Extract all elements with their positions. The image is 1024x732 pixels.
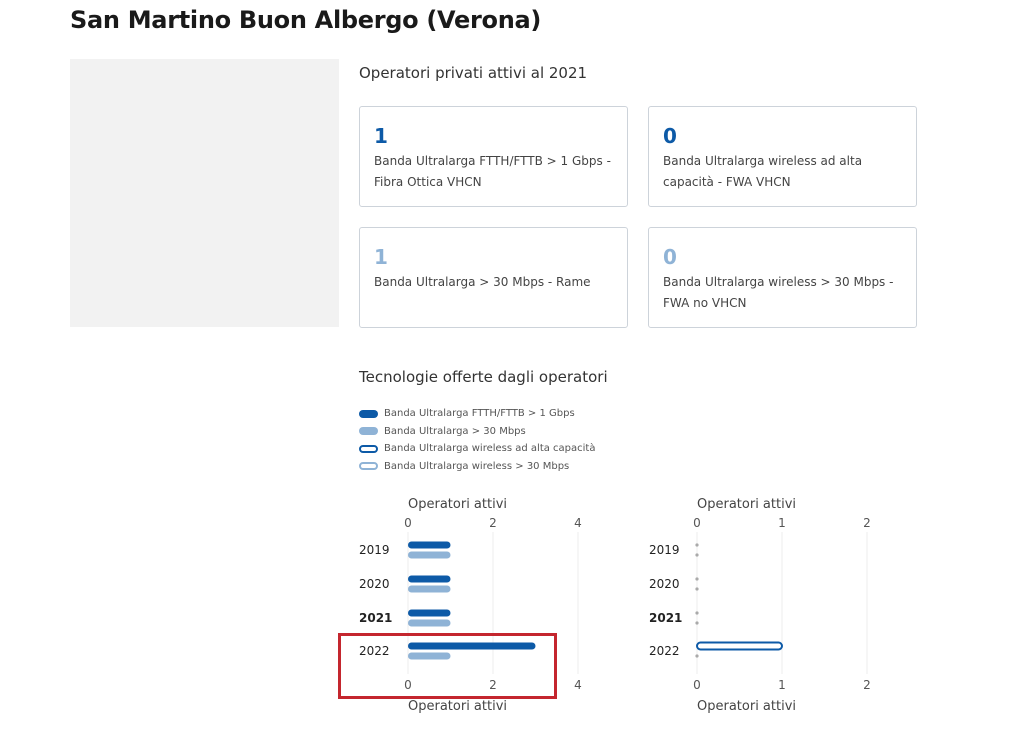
map-placeholder xyxy=(70,59,339,327)
tech-section-title: Tecnologie offerte dagli operatori xyxy=(359,368,608,386)
zero-marker xyxy=(695,553,699,557)
bar xyxy=(408,619,451,627)
legend-item: Banda Ultralarga FTTH/FTTB > 1 Gbps xyxy=(359,405,595,423)
chart-legend: Banda Ultralarga FTTH/FTTB > 1 Gbps Band… xyxy=(359,405,595,475)
zero-marker xyxy=(695,577,699,581)
category-label: 2021 xyxy=(359,611,392,625)
stat-label: Banda Ultralarga wireless > 30 Mbps - FW… xyxy=(663,275,894,310)
stat-value: 1 xyxy=(374,124,388,148)
tick-label-top: 0 xyxy=(404,516,412,530)
legend-item: Banda Ultralarga wireless > 30 Mbps xyxy=(359,458,595,476)
axis-title-top: Operatori attivi xyxy=(408,497,507,512)
tick-label-top: 4 xyxy=(574,516,582,530)
tick-label-top: 2 xyxy=(863,516,871,530)
bar xyxy=(408,551,451,559)
legend-swatch xyxy=(359,427,378,436)
tick-label-bottom: 0 xyxy=(693,678,701,692)
tick-label-top: 1 xyxy=(778,516,786,530)
category-label: 2019 xyxy=(649,543,680,557)
axis-title-bottom: Operatori attivi xyxy=(697,699,796,714)
axis-title-bottom: Operatori attivi xyxy=(408,699,507,714)
stat-value: 0 xyxy=(663,245,677,269)
stat-label: Banda Ultralarga FTTH/FTTB > 1 Gbps - Fi… xyxy=(374,154,611,189)
legend-swatch xyxy=(359,462,378,471)
stat-card-fwa-no-vhcn: 0 Banda Ultralarga wireless > 30 Mbps - … xyxy=(648,227,917,328)
category-label: 2021 xyxy=(649,611,682,625)
legend-swatch xyxy=(359,444,378,453)
tick-label-top: 0 xyxy=(693,516,701,530)
stat-card-ftth: 1 Banda Ultralarga FTTH/FTTB > 1 Gbps - … xyxy=(359,106,628,207)
axis-title-top: Operatori attivi xyxy=(697,497,796,512)
category-label: 2020 xyxy=(649,577,680,591)
bar xyxy=(408,585,451,593)
bar xyxy=(408,609,451,617)
zero-marker xyxy=(695,587,699,591)
stat-value: 0 xyxy=(663,124,677,148)
bar xyxy=(696,641,783,651)
zero-marker xyxy=(695,654,699,658)
stat-label: Banda Ultralarga wireless ad alta capaci… xyxy=(663,154,863,189)
bar xyxy=(408,575,451,583)
zero-marker xyxy=(695,621,699,625)
tick-label-bottom: 4 xyxy=(574,678,582,692)
category-label: 2022 xyxy=(649,644,680,658)
category-label: 2020 xyxy=(359,577,390,591)
chart-wireless: Operatori attivi Operatori attivi 0 0 1 1 2 2 20… xyxy=(649,497,871,714)
zero-marker xyxy=(695,543,699,547)
page-title: San Martino Buon Albergo (Verona) xyxy=(70,6,542,34)
stat-label: Banda Ultralarga > 30 Mbps - Rame xyxy=(374,275,591,289)
category-label: 2019 xyxy=(359,543,390,557)
bar xyxy=(408,541,451,549)
stat-value: 1 xyxy=(374,245,388,269)
highlight-box xyxy=(338,633,557,699)
legend-swatch xyxy=(359,409,378,418)
page: San Martino Buon Albergo (Verona) Operat… xyxy=(0,0,1024,732)
tick-label-top: 2 xyxy=(489,516,497,530)
legend-item: Banda Ultralarga wireless ad alta capaci… xyxy=(359,440,595,458)
stat-card-rame: 1 Banda Ultralarga > 30 Mbps - Rame xyxy=(359,227,628,328)
zero-marker xyxy=(695,611,699,615)
tick-label-bottom: 1 xyxy=(778,678,786,692)
stat-card-fwa-vhcn: 0 Banda Ultralarga wireless ad alta capa… xyxy=(648,106,917,207)
operators-section-title: Operatori privati attivi al 2021 xyxy=(359,64,588,82)
tick-label-bottom: 2 xyxy=(863,678,871,692)
legend-item: Banda Ultralarga > 30 Mbps xyxy=(359,423,595,441)
